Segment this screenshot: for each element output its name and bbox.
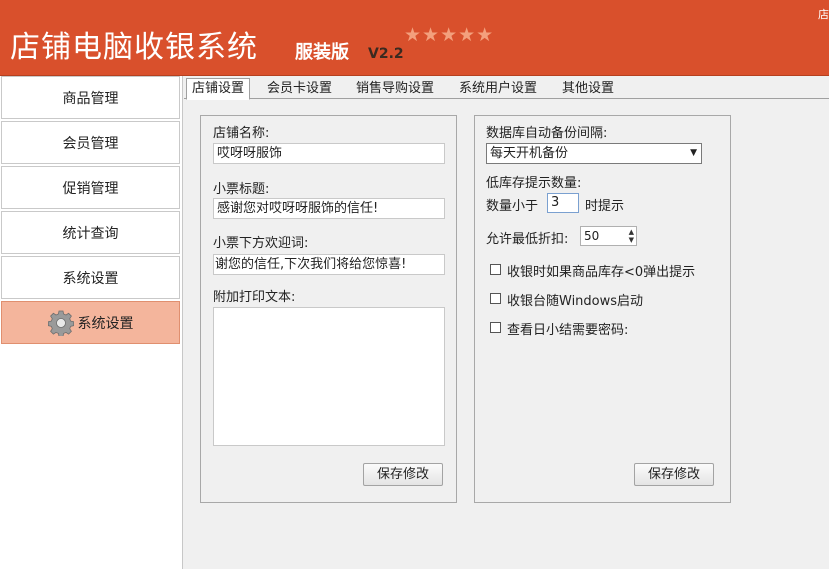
tab-store-settings[interactable]: 店铺设置 xyxy=(186,78,251,100)
rating-stars-icon: ★★★★★ xyxy=(404,24,495,46)
sidebar-item-promotions[interactable]: 促销管理 xyxy=(1,166,180,209)
app-title: 店铺电脑收银系统 xyxy=(10,30,258,65)
stepper-down-icon[interactable]: ▼ xyxy=(629,236,634,244)
checkbox-daily-summary-password[interactable] xyxy=(490,322,501,333)
receipt-footer-label: 小票下方欢迎词: xyxy=(213,236,309,251)
low-stock-label: 低库存提示数量: xyxy=(486,176,582,191)
store-save-button[interactable]: 保存修改 xyxy=(363,463,443,486)
stepper-up-icon[interactable]: ▲ xyxy=(629,228,634,236)
checkbox-negative-stock-prompt[interactable] xyxy=(490,264,501,275)
daily-summary-password-label: 查看日小结需要密码: xyxy=(507,323,629,338)
corner-text: 店 xyxy=(818,8,829,21)
sidebar-item-statistics[interactable]: 统计查询 xyxy=(1,211,180,254)
tab-member-card-settings[interactable]: 会员卡设置 xyxy=(262,79,337,98)
settings-tabs: 店铺设置 会员卡设置 销售导购设置 系统用户设置 其他设置 xyxy=(184,78,829,100)
sidebar-item-label: 统计查询 xyxy=(62,225,119,242)
sidebar-item-members[interactable]: 会员管理 xyxy=(1,121,180,164)
tab-sales-guide-settings[interactable]: 销售导购设置 xyxy=(351,79,439,98)
dropdown-arrow-icon: ▼ xyxy=(690,148,697,158)
receipt-title-label: 小票标题: xyxy=(213,182,270,197)
gear-icon xyxy=(47,310,74,336)
sidebar-item-label: 会员管理 xyxy=(62,135,119,152)
min-discount-label: 允许最低折扣: xyxy=(486,232,569,247)
qty-prefix-label: 数量小于 xyxy=(486,199,539,214)
backup-interval-label: 数据库自动备份间隔: xyxy=(486,126,608,141)
system-save-button[interactable]: 保存修改 xyxy=(634,463,714,486)
backup-interval-select[interactable]: 每天开机备份 ▼ xyxy=(486,143,702,164)
extra-print-text-area[interactable] xyxy=(213,307,445,446)
low-stock-qty-input[interactable]: 3 xyxy=(547,193,579,213)
sidebar-item-label: 促销管理 xyxy=(62,180,119,197)
store-name-label: 店铺名称: xyxy=(213,126,270,141)
receipt-title-input[interactable]: 感谢您对哎呀呀服饰的信任! xyxy=(213,198,445,219)
sidebar-item-label: 系统设置 xyxy=(62,270,119,287)
store-name-input[interactable]: 哎呀呀服饰 xyxy=(213,143,445,164)
sidebar: 商品管理 会员管理 促销管理 统计查询 系统设置 系统设置 xyxy=(0,76,183,569)
sidebar-item-products[interactable]: 商品管理 xyxy=(1,76,180,119)
min-discount-value: 50 xyxy=(584,229,600,243)
tab-system-user-settings[interactable]: 系统用户设置 xyxy=(454,79,542,98)
app-header: 店铺电脑收银系统 服装版 V2.2 ★★★★★ 店 xyxy=(0,0,829,76)
store-settings-panel: 店铺名称: 哎呀呀服饰 小票标题: 感谢您对哎呀呀服饰的信任! 小票下方欢迎词:… xyxy=(200,115,457,503)
sidebar-item-system-settings[interactable]: 系统设置 xyxy=(1,256,180,299)
sidebar-item-label: 系统设置 xyxy=(77,315,134,332)
sidebar-item-system-settings-active[interactable]: 系统设置 xyxy=(1,301,180,344)
min-discount-stepper[interactable]: 50 ▲ ▼ xyxy=(580,226,637,246)
qty-suffix-label: 时提示 xyxy=(585,199,625,214)
autostart-windows-label: 收银台随Windows启动 xyxy=(507,294,644,309)
receipt-footer-input[interactable]: 谢您的信任,下次我们将给您惊喜! xyxy=(213,254,445,275)
system-settings-panel: 数据库自动备份间隔: 每天开机备份 ▼ 低库存提示数量: 数量小于 3 时提示 … xyxy=(474,115,731,503)
extra-print-text-label: 附加打印文本: xyxy=(213,290,296,305)
negative-stock-prompt-label: 收银时如果商品库存<0弹出提示 xyxy=(507,265,696,280)
app-edition: 服装版 xyxy=(295,42,349,63)
backup-interval-value: 每天开机备份 xyxy=(490,146,569,161)
app-version: V2.2 xyxy=(368,46,404,62)
sidebar-item-label: 商品管理 xyxy=(62,90,119,107)
tab-other-settings[interactable]: 其他设置 xyxy=(557,79,619,98)
checkbox-autostart-windows[interactable] xyxy=(490,293,501,304)
